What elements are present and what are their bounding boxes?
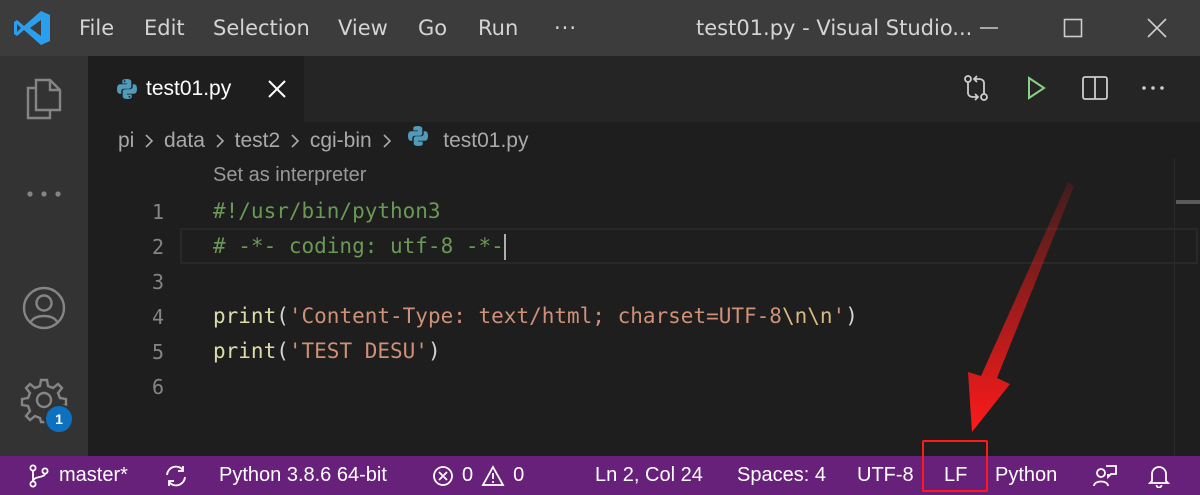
vscode-logo-icon — [14, 11, 50, 45]
close-icon — [1147, 18, 1167, 38]
cursor-position[interactable]: Ln 2, Col 24 — [595, 456, 703, 495]
close-tab-icon[interactable] — [264, 76, 290, 102]
menu-go[interactable]: Go — [418, 0, 447, 56]
breadcrumb-item-test2[interactable]: test2 — [235, 124, 281, 158]
line-number: 2 — [151, 235, 164, 259]
minimize-button[interactable] — [954, 0, 1024, 56]
breadcrumb-item-test01-py[interactable]: test01.py — [443, 124, 528, 158]
breadcrumb-item-pi[interactable]: pi — [118, 124, 134, 158]
comment-text: # -*- coding: utf-8 -*- — [213, 234, 504, 258]
line-number: 6 — [151, 375, 164, 399]
python-file-icon — [408, 126, 429, 146]
problems-status[interactable]: 0 0 — [432, 456, 524, 495]
menu-selection[interactable]: Selection — [213, 0, 310, 56]
menu-view[interactable]: View — [338, 0, 388, 56]
line-number: 5 — [151, 340, 164, 364]
warning-icon — [481, 464, 505, 486]
split-editor-icon[interactable] — [1080, 73, 1110, 103]
title-bar: File Edit Selection View Go Run ··· test… — [0, 0, 1200, 56]
feedback-icon — [1093, 464, 1117, 486]
escape-token: \n\n — [781, 304, 833, 328]
settings-update-badge: 1 — [44, 404, 74, 434]
warning-count: 0 — [513, 464, 525, 486]
git-branch-icon — [29, 464, 49, 487]
tab-test01-py[interactable]: test01.py — [88, 56, 304, 122]
menu-file[interactable]: File — [79, 0, 114, 56]
paren-token: ( — [276, 304, 289, 328]
menu-edit[interactable]: Edit — [144, 0, 185, 56]
line-number: 3 — [151, 270, 164, 294]
string-token: 'Content-Type: text/html; charset=UTF-8 — [288, 304, 782, 328]
line-number: 1 — [151, 200, 164, 224]
maximize-icon — [1063, 18, 1083, 38]
account-icon[interactable] — [20, 284, 68, 332]
breadcrumb-item-cgi-bin[interactable]: cgi-bin — [310, 124, 372, 158]
explorer-icon[interactable] — [20, 74, 68, 122]
menu-more[interactable]: ··· — [554, 0, 577, 56]
chevron-right-icon — [145, 134, 154, 149]
breadcrumb: pi data test2 cgi-bin test01.py — [118, 124, 528, 158]
text-cursor — [503, 234, 506, 260]
menu-run[interactable]: Run — [478, 0, 518, 56]
function-token: print — [213, 339, 277, 363]
paren-token: ) — [427, 339, 441, 363]
git-branch-status[interactable]: master* — [28, 456, 128, 495]
activity-bar: 1 — [0, 56, 88, 456]
code-line-2[interactable]: # -*- coding: utf-8 -*- — [213, 234, 506, 260]
more-actions-icon[interactable] — [1138, 73, 1168, 103]
window-title: test01.py - Visual Studio... — [696, 16, 973, 40]
scrollbar-cursor-marker — [1176, 200, 1200, 204]
chevron-right-icon — [382, 134, 391, 149]
function-token: print — [213, 304, 277, 328]
code-line-5[interactable]: print('TEST DESU') — [213, 339, 441, 363]
error-count: 0 — [462, 464, 474, 486]
chevron-right-icon — [216, 134, 224, 149]
maximize-button[interactable] — [1038, 0, 1108, 56]
minimize-icon — [980, 27, 998, 29]
python-file-icon — [117, 79, 137, 99]
line-number: 4 — [151, 305, 164, 329]
sync-icon — [166, 465, 186, 486]
indentation[interactable]: Spaces: 4 — [737, 456, 826, 495]
python-interpreter[interactable]: Python 3.8.6 64-bit — [219, 456, 387, 495]
code-line-1[interactable]: #!/usr/bin/python3 — [213, 199, 441, 223]
more-icon[interactable] — [20, 170, 68, 218]
tab-label: test01.py — [146, 77, 232, 100]
branch-name: master* — [59, 464, 128, 486]
close-window-button[interactable] — [1122, 0, 1192, 56]
error-icon — [433, 465, 453, 486]
language-mode[interactable]: Python — [995, 456, 1057, 495]
feedback-button[interactable] — [1092, 456, 1118, 495]
status-bar: master* Python 3.8.6 64-bit 0 0 Ln 2, Co… — [0, 456, 1200, 495]
breadcrumb-item-data[interactable]: data — [164, 124, 205, 158]
notifications-button[interactable] — [1147, 456, 1171, 495]
code-line-4[interactable]: print('Content-Type: text/html; charset=… — [213, 304, 858, 328]
paren-token: ( — [276, 339, 289, 363]
string-token: 'TEST DESU' — [288, 339, 428, 363]
string-token: ' — [832, 304, 846, 328]
codelens-set-interpreter[interactable]: Set as interpreter — [213, 164, 366, 187]
sync-button[interactable] — [163, 456, 189, 495]
eol-highlight-box — [922, 440, 988, 492]
paren-token: ) — [845, 304, 858, 328]
open-changes-icon[interactable] — [961, 73, 991, 103]
file-encoding[interactable]: UTF-8 — [857, 456, 914, 495]
run-icon[interactable] — [1021, 73, 1051, 103]
bell-icon — [1147, 465, 1171, 488]
chevron-right-icon — [291, 134, 300, 149]
